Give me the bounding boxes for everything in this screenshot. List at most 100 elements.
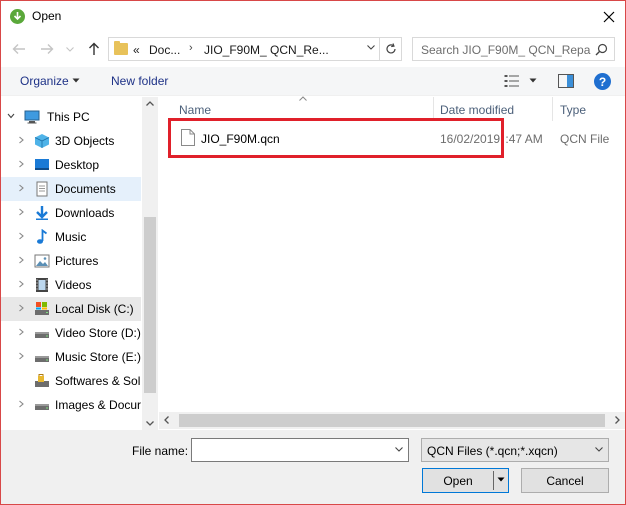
chevron-right-icon[interactable] <box>17 304 25 312</box>
back-button[interactable] <box>10 40 28 58</box>
scroll-up-icon[interactable] <box>146 101 154 106</box>
up-button[interactable] <box>85 40 103 58</box>
nav-item-this-pc[interactable]: This PC <box>1 105 141 129</box>
nav-item-images-documents[interactable]: Images & Docur <box>1 393 141 417</box>
chevron-right-icon[interactable] <box>17 352 25 360</box>
nav-item-music-store-e[interactable]: Music Store (E:) <box>1 345 141 369</box>
open-options-dropdown-icon[interactable] <box>497 477 505 482</box>
pictures-icon <box>34 254 50 268</box>
chevron-right-icon[interactable] <box>17 256 25 264</box>
nav-item-local-disk-c[interactable]: Local Disk (C:) <box>1 297 141 321</box>
nav-item-pictures[interactable]: Pictures <box>1 249 141 273</box>
column-header-name[interactable]: Name <box>179 103 211 117</box>
back-arrow-icon <box>12 44 25 54</box>
breadcrumb-current-folder[interactable]: JIO_F90M_ QCN_Re... <box>204 43 329 57</box>
title-bar: Open <box>1 1 625 32</box>
nav-item-label: Softwares & Solu <box>55 374 141 388</box>
documents-icon <box>36 181 48 197</box>
navigation-pane: This PC 3D Objects Desktop Documents Dow… <box>1 97 158 430</box>
nav-item-label: Desktop <box>55 158 100 172</box>
scroll-right-icon[interactable] <box>615 416 620 424</box>
help-icon[interactable]: ? <box>594 73 611 90</box>
close-icon <box>603 11 615 22</box>
column-header-date-modified[interactable]: Date modified <box>440 103 514 117</box>
breadcrumb-overflow[interactable]: « <box>133 43 140 57</box>
drive-icon <box>35 404 49 410</box>
command-bar: Organize New folder ? <box>1 67 625 96</box>
chevron-right-icon[interactable] <box>17 328 25 336</box>
nav-item-downloads[interactable]: Downloads <box>1 201 141 225</box>
chevron-right-icon[interactable] <box>17 184 25 192</box>
file-time-fragment: :47 AM <box>505 132 543 146</box>
locked-drive-icon <box>35 374 49 387</box>
nav-item-music[interactable]: Music <box>1 225 141 249</box>
nav-item-label: Local Disk (C:) <box>55 302 134 316</box>
nav-item-label: Music Store (E:) <box>55 350 141 364</box>
view-dropdown-icon[interactable] <box>529 78 537 83</box>
organize-button[interactable]: Organize <box>20 74 69 88</box>
videos-icon <box>36 278 48 292</box>
refresh-button[interactable] <box>380 37 402 61</box>
nav-item-label: Downloads <box>55 206 115 220</box>
chevron-down-icon[interactable] <box>395 447 403 452</box>
chevron-down-icon[interactable] <box>7 112 15 120</box>
nav-item-label: Video Store (D:) <box>55 326 141 340</box>
chevron-right-icon[interactable] <box>17 400 25 408</box>
cancel-button[interactable]: Cancel <box>521 468 609 493</box>
close-button[interactable] <box>593 1 625 32</box>
preview-pane-icon[interactable] <box>558 74 574 88</box>
chevron-right-icon[interactable] <box>17 160 25 168</box>
nav-pane-scrollbar[interactable] <box>142 97 158 430</box>
nav-item-video-store-d[interactable]: Video Store (D:) <box>1 321 141 345</box>
folder-icon <box>114 41 128 55</box>
chevron-right-icon[interactable] <box>17 232 25 240</box>
scroll-down-icon[interactable] <box>146 421 154 426</box>
open-arrow-icon <box>10 9 25 24</box>
nav-item-label: Pictures <box>55 254 99 268</box>
file-name-input[interactable] <box>191 438 409 462</box>
highlight-annotation-box <box>168 118 504 158</box>
chevron-right-icon[interactable] <box>17 208 25 216</box>
downloads-icon <box>36 206 48 220</box>
nav-item-label: This PC <box>47 110 90 124</box>
pc-icon <box>24 110 40 124</box>
chevron-down-icon[interactable] <box>367 45 375 50</box>
sort-ascending-icon <box>299 96 307 101</box>
open-button[interactable]: Open <box>422 468 509 493</box>
nav-item-3d-objects[interactable]: 3D Objects <box>1 129 141 153</box>
drive-icon <box>35 332 49 338</box>
nav-item-documents[interactable]: Documents <box>1 177 141 201</box>
breadcrumb-documents[interactable]: Doc... <box>149 43 180 57</box>
column-header-type[interactable]: Type <box>560 103 586 117</box>
breadcrumb-separator-icon: › <box>189 42 193 54</box>
desktop-icon <box>35 159 49 170</box>
chevron-down-icon <box>66 46 74 52</box>
nav-item-videos[interactable]: Videos <box>1 273 141 297</box>
nav-item-label: Music <box>55 230 87 244</box>
forward-button[interactable] <box>38 40 56 58</box>
nav-item-softwares-solutions[interactable]: Softwares & Solu <box>1 369 141 393</box>
open-button-label[interactable]: Open <box>423 469 493 492</box>
file-type-filter-value: QCN Files (*.qcn;*.xqcn) <box>427 444 558 458</box>
organize-dropdown-icon[interactable] <box>72 78 80 83</box>
open-dialog: Open « Doc... › JIO_F90M_ QCN_Re... Sear… <box>0 0 626 505</box>
file-type: QCN File <box>560 132 610 146</box>
file-list-horizontal-scrollbar[interactable] <box>159 412 625 429</box>
nav-item-label: Documents <box>55 182 116 196</box>
scrollbar-thumb[interactable] <box>179 414 605 427</box>
nav-item-label: 3D Objects <box>55 134 115 148</box>
new-folder-button[interactable]: New folder <box>111 74 168 88</box>
view-options-icon[interactable] <box>504 74 520 88</box>
search-placeholder: Search JIO_F90M_ QCN_Repa... <box>421 43 591 57</box>
chevron-right-icon[interactable] <box>17 280 25 288</box>
chevron-right-icon[interactable] <box>17 136 25 144</box>
scroll-left-icon[interactable] <box>164 416 169 424</box>
recent-locations-button[interactable] <box>64 40 76 58</box>
column-divider[interactable] <box>552 97 553 121</box>
address-bar[interactable]: « Doc... › JIO_F90M_ QCN_Re... <box>108 37 380 61</box>
nav-item-desktop[interactable]: Desktop <box>1 153 141 177</box>
navigation-bar: « Doc... › JIO_F90M_ QCN_Re... Search JI… <box>1 35 625 63</box>
search-input[interactable]: Search JIO_F90M_ QCN_Repa... <box>412 37 615 61</box>
file-type-filter-select[interactable]: QCN Files (*.qcn;*.xqcn) <box>421 438 609 462</box>
scrollbar-thumb[interactable] <box>144 217 156 393</box>
